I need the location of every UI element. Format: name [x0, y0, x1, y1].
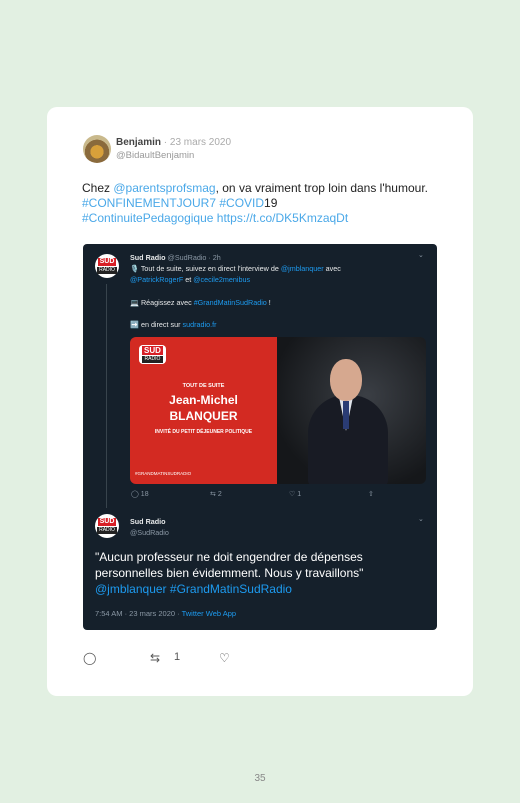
text-segment: avec: [323, 264, 341, 273]
portrait-head: [330, 359, 362, 401]
mention-link: @jmblanquer: [95, 582, 167, 596]
mention-link[interactable]: @parentsprofsmag: [113, 181, 215, 195]
chevron-down-icon: ⌄: [418, 252, 424, 259]
tweet-text: Chez @parentsprofsmag, on va vraiment tr…: [82, 181, 432, 226]
reply-text: "Aucun professeur ne doit engendrer de d…: [95, 549, 425, 597]
media-name: BLANQUER: [169, 409, 238, 423]
chevron-down-icon: ⌄: [418, 516, 424, 523]
hashtag-link[interactable]: #CONFINEMENTJOUR7: [82, 196, 216, 210]
mention-link: @cecile2menibus: [193, 275, 251, 284]
reply-timestamp: 7:54 AM · 23 mars 2020 ·: [95, 609, 182, 618]
tweet-actions: ◯ ⇆ 1 ♡: [83, 651, 443, 669]
retweet-action: ⇆ 2: [210, 490, 222, 498]
logo-text: RADIO: [97, 267, 117, 274]
text-segment: Chez: [82, 181, 114, 195]
text-segment: 💻 Réagissez avec: [130, 298, 194, 307]
retweet-icon: ⇆: [210, 491, 216, 498]
hashtag-link: #GrandMatinSudRadio: [193, 298, 267, 307]
thread-line: [106, 284, 107, 508]
like-action: ♡ 1: [289, 490, 301, 498]
tweet-date[interactable]: · 23 mars 2020: [164, 137, 231, 148]
quoted-text: ➡️ en direct sur sudradio.fr: [130, 319, 216, 330]
retweet-count: 1: [174, 651, 181, 663]
logo-text: RADIO: [142, 356, 163, 363]
heart-icon: ♡: [289, 491, 296, 498]
url-link: sudradio.fr: [182, 320, 217, 329]
reply-source: Twitter Web App: [181, 609, 237, 618]
quoted-header: Sud Radio @SudRadio · 2h: [130, 252, 221, 263]
mention-link: @jmblanquer: [280, 264, 324, 273]
portrait-tie: [343, 401, 349, 429]
avatar[interactable]: [83, 135, 111, 163]
media-logo: SUD RADIO: [139, 345, 166, 364]
author-line: Benjamin · 23 mars 2020: [116, 137, 231, 148]
text-segment: 19: [264, 196, 278, 210]
author-handle[interactable]: @BidaultBenjamin: [116, 150, 194, 161]
hashtag-link: #GrandMatinSudRadio: [169, 582, 292, 596]
media-hashtag: #GRANDMATINSUDRADIO: [135, 471, 192, 476]
retweet-count: 2: [217, 491, 222, 498]
reply-name: Sud Radio: [130, 516, 166, 527]
url-link[interactable]: https://t.co/DK5KmzaqDt: [217, 211, 348, 225]
logo-text: RADIO: [97, 527, 117, 534]
media-label: TOUT DE SUITE: [182, 383, 225, 389]
sud-radio-logo: SUD RADIO: [95, 254, 119, 278]
text-segment: !: [266, 298, 271, 307]
quoted-name: Sud Radio: [130, 253, 166, 262]
quoted-handle: @SudRadio: [167, 253, 207, 262]
reply-icon[interactable]: ◯: [83, 651, 96, 665]
quoted-time: · 2h: [208, 253, 221, 262]
text-segment: , on va vraiment trop loin dans l'humour…: [215, 181, 428, 195]
reply-author: Sud Radio: [130, 517, 166, 526]
reply-icon: ◯: [131, 491, 139, 498]
quote-text: "Aucun professeur ne doit engendrer de d…: [95, 550, 364, 580]
reply-count: 18: [140, 491, 149, 498]
reply-action: ◯ 18: [131, 490, 149, 498]
page-number: 35: [254, 773, 266, 784]
reply-handle: @SudRadio: [130, 528, 169, 537]
heart-icon[interactable]: ♡: [219, 651, 230, 665]
logo-text: SUD: [142, 346, 163, 355]
reply-meta: 7:54 AM · 23 mars 2020 · Twitter Web App: [95, 609, 236, 618]
mention-link: @PatrickRogerF: [130, 275, 184, 284]
text-segment: ➡️ en direct sur: [130, 320, 183, 329]
text-segment: 🎙️ Tout de suite, suivez en direct l'int…: [130, 264, 281, 273]
quoted-text: 🎙️ Tout de suite, suivez en direct l'int…: [130, 263, 430, 285]
media-subtitle: INVITÉ DU PETIT DÉJEUNER POLITIQUE: [154, 429, 253, 435]
author-name[interactable]: Benjamin: [116, 137, 161, 148]
hashtag-link[interactable]: #COVID: [219, 196, 264, 210]
sud-radio-logo: SUD RADIO: [95, 514, 119, 538]
share-icon: ⇧: [368, 491, 374, 498]
media-red-panel: SUD RADIO TOUT DE SUITE Jean-Michel BLAN…: [130, 337, 277, 484]
media-name: Jean-Michel: [169, 393, 238, 407]
like-count: 1: [297, 491, 302, 498]
logo-text: SUD: [97, 518, 117, 526]
logo-text: SUD: [97, 258, 117, 266]
media-image: SUD RADIO TOUT DE SUITE Jean-Michel BLAN…: [130, 337, 426, 484]
hashtag-link[interactable]: #ContinuitePedagogique: [82, 211, 213, 225]
text-segment: et: [183, 275, 194, 284]
embedded-screenshot: SUD RADIO Sud Radio @SudRadio · 2h ⌄ 🎙️ …: [83, 244, 437, 630]
quoted-text: 💻 Réagissez avec #GrandMatinSudRadio !: [130, 297, 271, 308]
retweet-icon[interactable]: ⇆: [150, 651, 160, 665]
tweet-card: Benjamin · 23 mars 2020 @BidaultBenjamin…: [47, 107, 473, 696]
